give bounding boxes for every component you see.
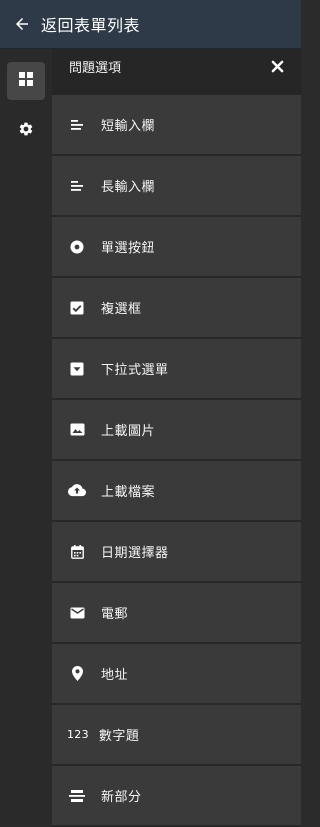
question-type-long-text[interactable]: 長輸入欄 — [52, 156, 301, 217]
question-type-label: 地址 — [101, 668, 129, 683]
question-type-new-section[interactable]: 新部分 — [52, 766, 301, 827]
question-type-dropdown[interactable]: 下拉式選單 — [52, 339, 301, 400]
short-text-icon — [68, 118, 86, 132]
question-type-label: 電郵 — [101, 607, 129, 622]
rail-add-question-button[interactable] — [7, 62, 45, 100]
question-type-file-upload[interactable]: 上載檔案 — [52, 461, 301, 522]
question-type-radio[interactable]: 單選按鈕 — [52, 217, 301, 278]
question-type-label: 數字題 — [98, 729, 140, 744]
question-type-label: 新部分 — [101, 790, 142, 805]
question-options-panel: 問題選項 短輸入欄 長輸入欄 單選按鈕 複選框 下拉式選單 上載圖片 上載檔案 … — [52, 49, 301, 827]
question-type-label: 單選按鈕 — [101, 241, 156, 256]
email-icon — [68, 607, 86, 619]
grid-icon — [18, 71, 34, 91]
cloud-upload-icon — [68, 484, 86, 497]
question-type-number[interactable]: 123 數字題 — [52, 705, 301, 766]
close-icon[interactable] — [269, 58, 285, 74]
panel-header: 問題選項 — [52, 49, 301, 95]
question-type-date-picker[interactable]: 日期選擇器 — [52, 522, 301, 583]
back-to-form-list-link[interactable]: 返回表單列表 — [41, 12, 140, 36]
question-type-address[interactable]: 地址 — [52, 644, 301, 705]
top-bar: 返回表單列表 — [0, 0, 301, 49]
question-type-email[interactable]: 電郵 — [52, 583, 301, 644]
question-type-label: 長輸入欄 — [101, 180, 156, 195]
calendar-icon — [68, 544, 86, 559]
dropdown-icon — [68, 362, 86, 376]
number-icon: 123 — [67, 728, 89, 741]
arrow-left-icon[interactable] — [11, 13, 33, 35]
question-type-label: 上載檔案 — [101, 485, 156, 500]
question-type-label: 短輸入欄 — [101, 119, 156, 134]
question-type-short-text[interactable]: 短輸入欄 — [52, 95, 301, 156]
question-type-label: 上載圖片 — [101, 424, 156, 439]
rail-settings-button[interactable] — [7, 112, 45, 150]
question-type-image-upload[interactable]: 上載圖片 — [52, 400, 301, 461]
long-text-icon — [68, 179, 86, 193]
question-type-label: 日期選擇器 — [101, 546, 169, 561]
question-type-list: 短輸入欄 長輸入欄 單選按鈕 複選框 下拉式選單 上載圖片 上載檔案 日期選擇器… — [52, 95, 301, 827]
question-type-label: 複選框 — [101, 302, 142, 317]
radio-button-icon — [68, 240, 86, 254]
question-type-label: 下拉式選單 — [101, 363, 169, 378]
panel-title: 問題選項 — [69, 61, 122, 76]
image-icon — [68, 423, 86, 436]
question-type-checkbox[interactable]: 複選框 — [52, 278, 301, 339]
location-pin-icon — [68, 666, 86, 681]
section-divider-icon — [68, 789, 86, 802]
gear-icon — [18, 121, 34, 141]
checkbox-icon — [68, 301, 86, 315]
side-rail — [0, 49, 52, 822]
